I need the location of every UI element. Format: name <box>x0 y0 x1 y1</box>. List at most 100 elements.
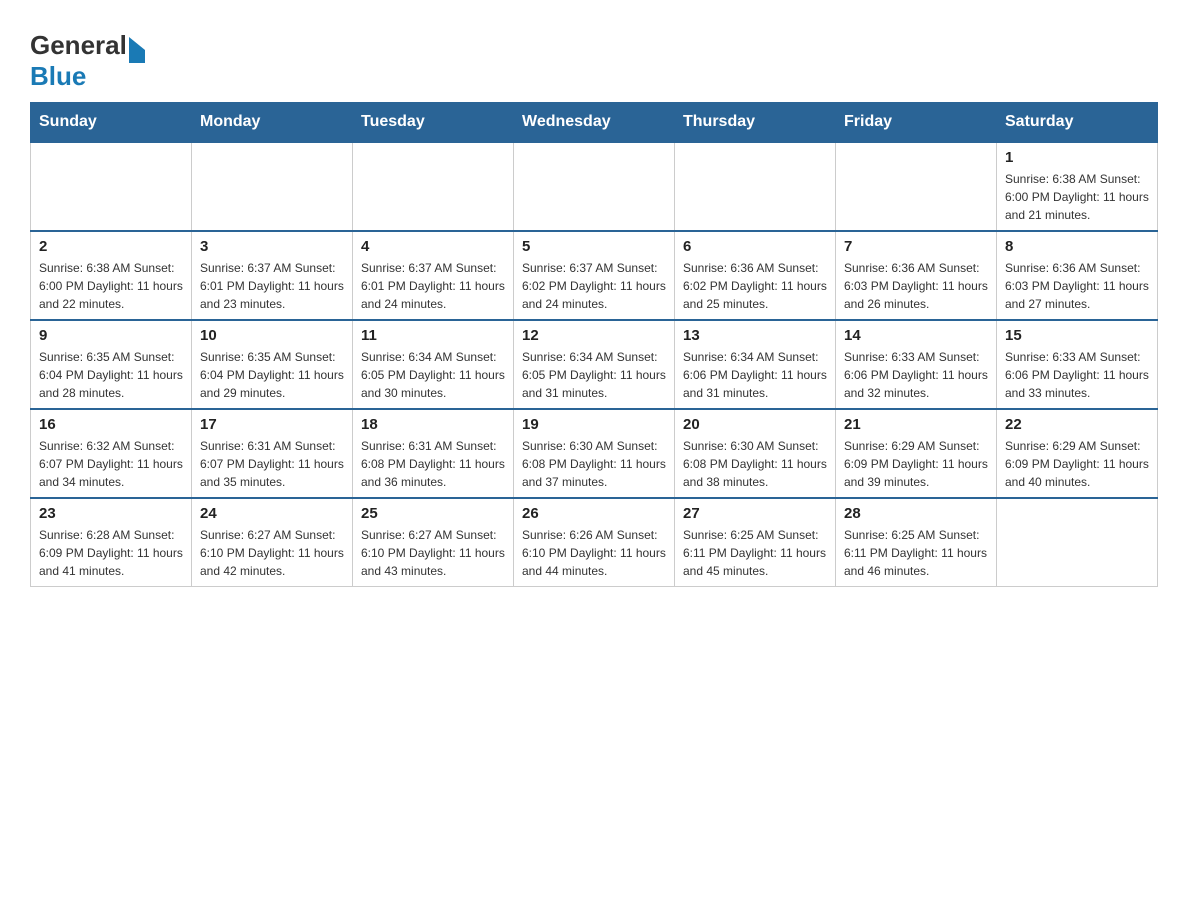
calendar-cell: 22 Sunrise: 6:29 AM Sunset: 6:09 PM Dayli… <box>997 409 1158 498</box>
day-number: 4 <box>361 238 505 255</box>
day-number: 2 <box>39 238 183 255</box>
day-header-tuesday: Tuesday <box>353 103 514 143</box>
day-number: 17 <box>200 416 344 433</box>
day-info: Sunrise: 6:27 AM Sunset: 6:10 PM Dayligh… <box>361 526 505 580</box>
day-number: 24 <box>200 505 344 522</box>
day-info: Sunrise: 6:33 AM Sunset: 6:06 PM Dayligh… <box>844 348 988 402</box>
logo-arrow-icon <box>129 37 145 63</box>
calendar-cell: 4 Sunrise: 6:37 AM Sunset: 6:01 PM Daylig… <box>353 231 514 320</box>
calendar-cell <box>192 142 353 231</box>
day-info: Sunrise: 6:34 AM Sunset: 6:05 PM Dayligh… <box>522 348 666 402</box>
day-info: Sunrise: 6:37 AM Sunset: 6:01 PM Dayligh… <box>200 259 344 313</box>
page-header: General Blue <box>30 20 1158 92</box>
day-info: Sunrise: 6:35 AM Sunset: 6:04 PM Dayligh… <box>39 348 183 402</box>
calendar-cell: 23 Sunrise: 6:28 AM Sunset: 6:09 PM Dayli… <box>31 498 192 587</box>
day-number: 18 <box>361 416 505 433</box>
calendar-table: SundayMondayTuesdayWednesdayThursdayFrid… <box>30 102 1158 587</box>
day-info: Sunrise: 6:25 AM Sunset: 6:11 PM Dayligh… <box>844 526 988 580</box>
day-info: Sunrise: 6:31 AM Sunset: 6:08 PM Dayligh… <box>361 437 505 491</box>
day-number: 13 <box>683 327 827 344</box>
calendar-cell: 13 Sunrise: 6:34 AM Sunset: 6:06 PM Dayli… <box>675 320 836 409</box>
day-number: 11 <box>361 327 505 344</box>
day-info: Sunrise: 6:36 AM Sunset: 6:03 PM Dayligh… <box>844 259 988 313</box>
calendar-cell: 5 Sunrise: 6:37 AM Sunset: 6:02 PM Daylig… <box>514 231 675 320</box>
week-row-2: 2 Sunrise: 6:38 AM Sunset: 6:00 PM Daylig… <box>31 231 1158 320</box>
day-number: 12 <box>522 327 666 344</box>
day-info: Sunrise: 6:26 AM Sunset: 6:10 PM Dayligh… <box>522 526 666 580</box>
calendar-cell: 9 Sunrise: 6:35 AM Sunset: 6:04 PM Daylig… <box>31 320 192 409</box>
days-header-row: SundayMondayTuesdayWednesdayThursdayFrid… <box>31 103 1158 143</box>
day-number: 20 <box>683 416 827 433</box>
calendar-cell: 27Sunrise: 6:25 AM Sunset: 6:11 PM Dayli… <box>675 498 836 587</box>
day-number: 5 <box>522 238 666 255</box>
day-number: 27 <box>683 505 827 522</box>
day-header-thursday: Thursday <box>675 103 836 143</box>
day-number: 3 <box>200 238 344 255</box>
day-number: 15 <box>1005 327 1149 344</box>
day-number: 9 <box>39 327 183 344</box>
day-header-monday: Monday <box>192 103 353 143</box>
day-info: Sunrise: 6:29 AM Sunset: 6:09 PM Dayligh… <box>844 437 988 491</box>
calendar-cell: 21 Sunrise: 6:29 AM Sunset: 6:09 PM Dayli… <box>836 409 997 498</box>
calendar-cell <box>353 142 514 231</box>
day-header-wednesday: Wednesday <box>514 103 675 143</box>
calendar-cell <box>31 142 192 231</box>
calendar-cell: 2 Sunrise: 6:38 AM Sunset: 6:00 PM Daylig… <box>31 231 192 320</box>
calendar-cell <box>675 142 836 231</box>
calendar-cell: 3 Sunrise: 6:37 AM Sunset: 6:01 PM Daylig… <box>192 231 353 320</box>
calendar-cell: 18 Sunrise: 6:31 AM Sunset: 6:08 PM Dayli… <box>353 409 514 498</box>
calendar-cell: 14 Sunrise: 6:33 AM Sunset: 6:06 PM Dayli… <box>836 320 997 409</box>
logo-blue-text: Blue <box>30 61 86 92</box>
calendar-cell: 26 Sunrise: 6:26 AM Sunset: 6:10 PM Dayli… <box>514 498 675 587</box>
calendar-cell: 20 Sunrise: 6:30 AM Sunset: 6:08 PM Dayli… <box>675 409 836 498</box>
day-info: Sunrise: 6:33 AM Sunset: 6:06 PM Dayligh… <box>1005 348 1149 402</box>
day-info: Sunrise: 6:32 AM Sunset: 6:07 PM Dayligh… <box>39 437 183 491</box>
day-number: 14 <box>844 327 988 344</box>
day-info: Sunrise: 6:36 AM Sunset: 6:03 PM Dayligh… <box>1005 259 1149 313</box>
calendar-cell: 17 Sunrise: 6:31 AM Sunset: 6:07 PM Dayli… <box>192 409 353 498</box>
calendar-cell: 11Sunrise: 6:34 AM Sunset: 6:05 PM Dayli… <box>353 320 514 409</box>
day-info: Sunrise: 6:28 AM Sunset: 6:09 PM Dayligh… <box>39 526 183 580</box>
calendar-cell: 8 Sunrise: 6:36 AM Sunset: 6:03 PM Daylig… <box>997 231 1158 320</box>
calendar-cell: 15 Sunrise: 6:33 AM Sunset: 6:06 PM Dayli… <box>997 320 1158 409</box>
day-number: 23 <box>39 505 183 522</box>
day-info: Sunrise: 6:30 AM Sunset: 6:08 PM Dayligh… <box>683 437 827 491</box>
logo: General Blue <box>30 20 145 92</box>
day-info: Sunrise: 6:29 AM Sunset: 6:09 PM Dayligh… <box>1005 437 1149 491</box>
day-number: 10 <box>200 327 344 344</box>
calendar-cell: 6Sunrise: 6:36 AM Sunset: 6:02 PM Daylig… <box>675 231 836 320</box>
calendar-cell: 7Sunrise: 6:36 AM Sunset: 6:03 PM Daylig… <box>836 231 997 320</box>
week-row-3: 9 Sunrise: 6:35 AM Sunset: 6:04 PM Daylig… <box>31 320 1158 409</box>
day-info: Sunrise: 6:31 AM Sunset: 6:07 PM Dayligh… <box>200 437 344 491</box>
calendar-cell: 19 Sunrise: 6:30 AM Sunset: 6:08 PM Dayli… <box>514 409 675 498</box>
day-info: Sunrise: 6:27 AM Sunset: 6:10 PM Dayligh… <box>200 526 344 580</box>
calendar-cell <box>997 498 1158 587</box>
day-info: Sunrise: 6:30 AM Sunset: 6:08 PM Dayligh… <box>522 437 666 491</box>
calendar-cell: 16 Sunrise: 6:32 AM Sunset: 6:07 PM Dayli… <box>31 409 192 498</box>
day-info: Sunrise: 6:37 AM Sunset: 6:02 PM Dayligh… <box>522 259 666 313</box>
day-info: Sunrise: 6:38 AM Sunset: 6:00 PM Dayligh… <box>1005 170 1149 224</box>
day-info: Sunrise: 6:37 AM Sunset: 6:01 PM Dayligh… <box>361 259 505 313</box>
calendar-cell <box>836 142 997 231</box>
day-info: Sunrise: 6:38 AM Sunset: 6:00 PM Dayligh… <box>39 259 183 313</box>
week-row-1: 1 Sunrise: 6:38 AM Sunset: 6:00 PM Daylig… <box>31 142 1158 231</box>
day-number: 8 <box>1005 238 1149 255</box>
day-number: 21 <box>844 416 988 433</box>
calendar-cell: 10 Sunrise: 6:35 AM Sunset: 6:04 PM Dayli… <box>192 320 353 409</box>
calendar-cell: 28Sunrise: 6:25 AM Sunset: 6:11 PM Dayli… <box>836 498 997 587</box>
day-header-saturday: Saturday <box>997 103 1158 143</box>
day-number: 19 <box>522 416 666 433</box>
day-info: Sunrise: 6:36 AM Sunset: 6:02 PM Dayligh… <box>683 259 827 313</box>
day-info: Sunrise: 6:34 AM Sunset: 6:06 PM Dayligh… <box>683 348 827 402</box>
day-info: Sunrise: 6:35 AM Sunset: 6:04 PM Dayligh… <box>200 348 344 402</box>
calendar-cell <box>514 142 675 231</box>
day-header-friday: Friday <box>836 103 997 143</box>
day-number: 22 <box>1005 416 1149 433</box>
day-number: 25 <box>361 505 505 522</box>
calendar-cell: 1 Sunrise: 6:38 AM Sunset: 6:00 PM Daylig… <box>997 142 1158 231</box>
day-number: 26 <box>522 505 666 522</box>
day-number: 1 <box>1005 149 1149 166</box>
week-row-4: 16 Sunrise: 6:32 AM Sunset: 6:07 PM Dayli… <box>31 409 1158 498</box>
calendar-cell: 24 Sunrise: 6:27 AM Sunset: 6:10 PM Dayli… <box>192 498 353 587</box>
day-number: 16 <box>39 416 183 433</box>
